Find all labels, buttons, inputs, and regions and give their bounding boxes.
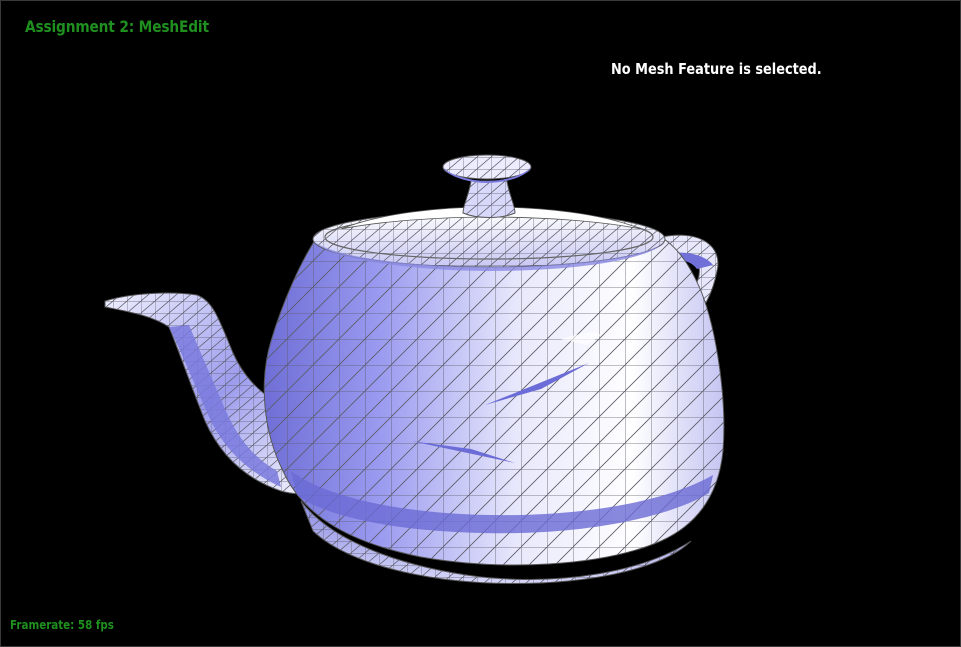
selection-status: No Mesh Feature is selected. (611, 60, 822, 78)
app-title: Assignment 2: MeshEdit (25, 17, 209, 36)
framerate-readout: Framerate: 58 fps (10, 618, 114, 632)
teapot-mesh[interactable] (1, 1, 960, 646)
teapot-body (263, 224, 725, 566)
mesh-viewport[interactable]: Assignment 2: MeshEdit No Mesh Feature i… (0, 0, 961, 647)
